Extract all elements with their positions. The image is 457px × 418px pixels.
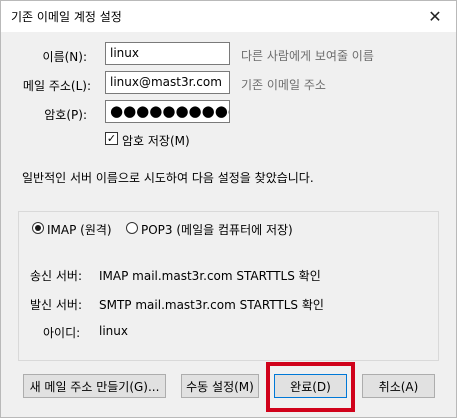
name-label: 이름(N): xyxy=(42,50,87,64)
name-field[interactable]: linux xyxy=(105,42,230,65)
detection-message: 일반적인 서버 이름으로 시도하여 다음 설정을 찾았습니다. xyxy=(22,171,314,185)
email-hint: 기존 이메일 주소 xyxy=(241,78,326,92)
account-setup-dialog: 기존 이메일 계정 설정 ✕ 이름(N): linux 다른 사람에게 보여줄 … xyxy=(0,0,457,418)
close-icon[interactable]: ✕ xyxy=(423,5,447,27)
username-value: linux xyxy=(99,324,128,338)
pop3-radio[interactable] xyxy=(126,222,138,234)
title-bar: 기존 이메일 계정 설정 ✕ xyxy=(1,1,456,32)
done-button-highlight xyxy=(266,362,355,412)
password-label: 암호(P): xyxy=(44,108,87,122)
email-label: 메일 주소(L): xyxy=(22,79,91,93)
imap-radio[interactable] xyxy=(32,222,44,234)
server-settings-group: IMAP (원격) POP3 (메일을 컴퓨터에 저장) 송신 서버: IMAP… xyxy=(18,211,439,361)
outgoing-server-value: IMAP mail.mast3r.com STARTTLS 확인 xyxy=(99,269,321,283)
window-title: 기존 이메일 계정 설정 xyxy=(11,10,122,24)
pop3-radio-label: POP3 (메일을 컴퓨터에 저장) xyxy=(141,223,293,237)
remember-password-label: 암호 저장(M) xyxy=(122,134,190,148)
password-field[interactable]: ●●●●●●●●●●● xyxy=(105,100,230,123)
name-hint: 다른 사람에게 보여줄 이름 xyxy=(241,49,374,63)
imap-radio-label: IMAP (원격) xyxy=(47,223,112,237)
incoming-server-value: SMTP mail.mast3r.com STARTTLS 확인 xyxy=(99,298,324,312)
outgoing-server-label: 송신 서버: xyxy=(30,269,83,283)
username-label: 아이디: xyxy=(43,326,81,340)
create-new-address-button[interactable]: 새 메일 주소 만들기(G)... xyxy=(23,374,166,398)
email-field[interactable]: linux@mast3r.com xyxy=(105,71,230,94)
manual-setup-button[interactable]: 수동 설정(M) xyxy=(181,374,259,398)
incoming-server-label: 발신 서버: xyxy=(30,298,83,312)
remember-password-checkbox[interactable]: ✓ xyxy=(105,132,118,145)
cancel-button[interactable]: 취소(A) xyxy=(362,374,435,398)
